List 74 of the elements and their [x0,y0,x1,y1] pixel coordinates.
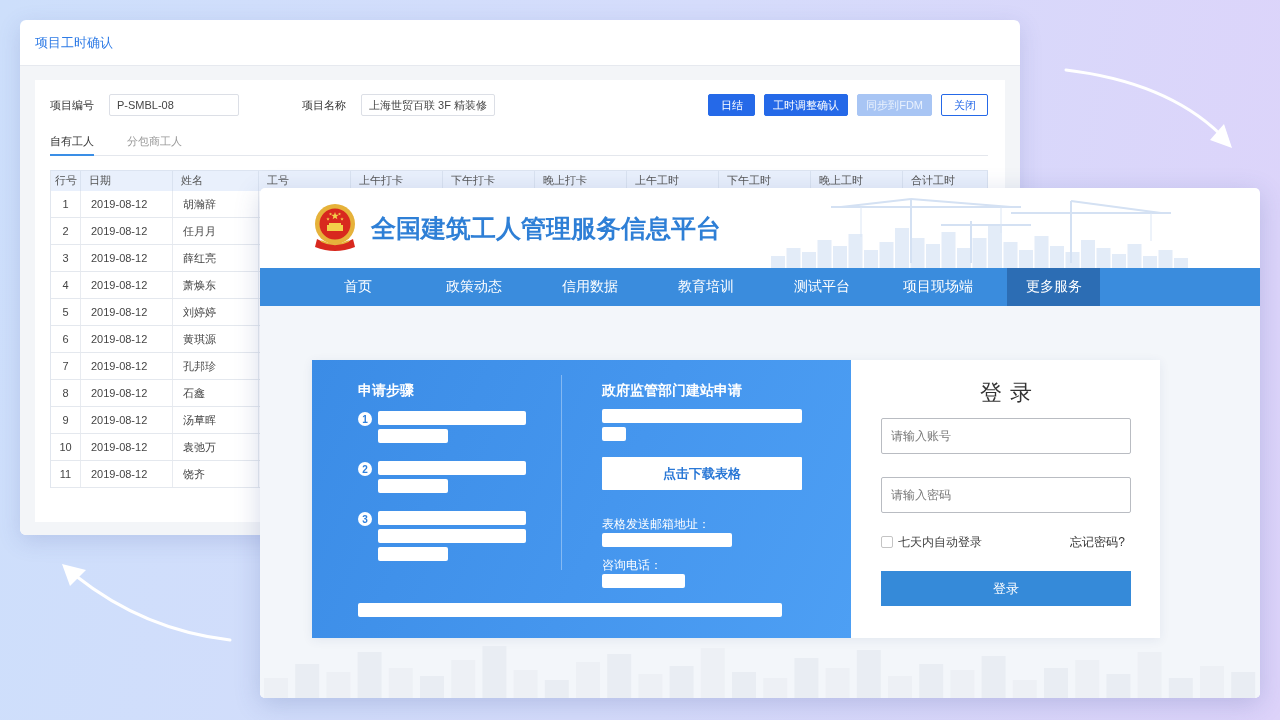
table-cell: 饶齐 [173,461,259,487]
step-number: 2 [358,462,372,476]
site-title: 全国建筑工人管理服务信息平台 [371,212,721,244]
table-cell: 3 [51,245,81,271]
table-cell: 4 [51,272,81,298]
table-cell: 9 [51,407,81,433]
nav-item[interactable]: 政策动态 [427,268,520,306]
table-cell: 2019-08-12 [81,461,173,487]
table-cell: 汤草晖 [173,407,259,433]
table-cell: 袁弛万 [173,434,259,460]
column-header: 姓名 [173,171,259,191]
window-title: 项目工时确认 [35,33,113,52]
table-cell: 萧焕东 [173,272,259,298]
table-cell: 10 [51,434,81,460]
nav-item[interactable]: 教育培训 [659,268,752,306]
table-cell: 刘婷婷 [173,299,259,325]
redaction-bar [378,547,448,561]
column-header: 日期 [81,171,173,191]
input-field[interactable]: P-SMBL-08 [109,94,239,116]
checkbox-label[interactable]: 七天内自动登录 [898,533,982,551]
step-number: 1 [358,412,372,426]
table-cell: 8 [51,380,81,406]
nav-item[interactable]: 测试平台 [775,268,868,306]
field-label: 项目编号 [50,97,94,113]
action-button[interactable]: 日结 [708,94,756,116]
panel-title: 政府监管部门建站申请 [602,382,742,398]
table-cell: 5 [51,299,81,325]
table-cell: 1 [51,191,81,217]
contact-label: 表格发送邮箱地址： [602,516,710,532]
table-cell: 2 [51,218,81,244]
login-title: 登录 [979,380,1040,406]
table-cell: 2019-08-12 [81,380,173,406]
table-cell: 2019-08-12 [81,353,173,379]
checkbox[interactable] [881,536,893,548]
table-cell: 11 [51,461,81,487]
input-field[interactable]: 请输入账号 [881,418,1131,454]
table-cell: 2019-08-12 [81,191,173,217]
redaction-bar [378,479,448,493]
emblem-icon [313,203,357,253]
table-cell: 2019-08-12 [81,299,173,325]
table-cell: 2019-08-12 [81,218,173,244]
table-cell: 6 [51,326,81,352]
nav-item[interactable]: 信用数据 [543,268,636,306]
table-cell: 孔邦珍 [173,353,259,379]
input-field[interactable]: 请输入密码 [881,477,1131,513]
column-header: 行号 [51,171,81,191]
login-button[interactable]: 登录 [881,571,1131,606]
tab[interactable]: 分包商工人 [127,130,182,156]
redaction-bar [602,427,626,441]
table-cell: 胡瀚辞 [173,191,259,217]
table-cell: 7 [51,353,81,379]
panel-title: 申请步骤 [358,382,414,398]
action-button[interactable]: 工时调整确认 [764,94,849,116]
nav-item[interactable]: 首页 [311,268,404,306]
input-field[interactable]: 上海世贸百联 3F 精装修 [361,94,495,116]
action-button[interactable]: 关闭 [941,94,988,116]
contact-label: 咨询电话： [602,557,662,573]
table-cell: 2019-08-12 [81,326,173,352]
nav-item[interactable]: 更多服务 [1007,268,1100,306]
table-cell: 2019-08-12 [81,407,173,433]
table-cell: 黄琪源 [173,326,259,352]
step-number: 3 [358,512,372,526]
table-cell: 薛红亮 [173,245,259,271]
redaction-bar [378,429,448,443]
nav-item[interactable]: 项目现场端 [891,268,984,306]
field-label: 项目名称 [302,97,346,113]
tab[interactable]: 自有工人 [50,130,94,156]
table-cell: 2019-08-12 [81,245,173,271]
table-cell: 2019-08-12 [81,272,173,298]
table-cell: 石鑫 [173,380,259,406]
forgot-password-link[interactable]: 忘记密码? [1070,533,1125,551]
table-cell: 2019-08-12 [81,434,173,460]
table-cell: 任月月 [173,218,259,244]
download-button[interactable]: 点击下载表格 [602,457,802,490]
